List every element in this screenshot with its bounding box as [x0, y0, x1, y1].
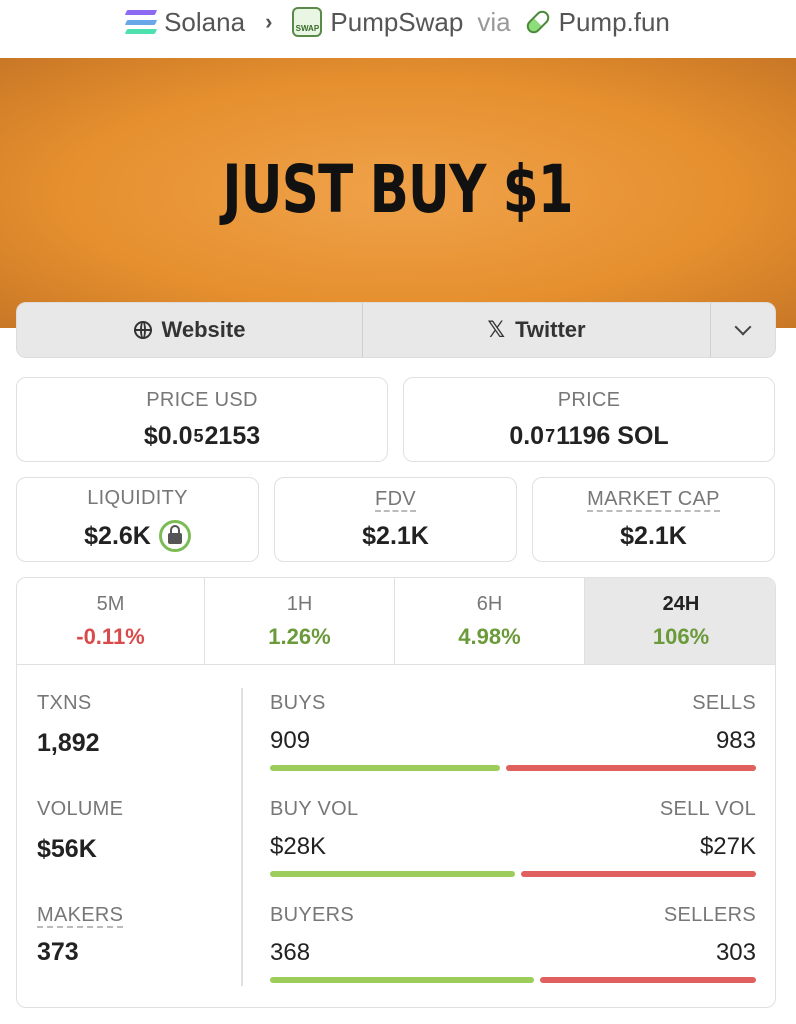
- tab-5m[interactable]: 5M -0.11%: [17, 578, 205, 664]
- fdv-box: FDV $2.1K: [274, 477, 517, 562]
- sell-vol-ratio-bar: [520, 871, 756, 877]
- social-links-bar: Website 𝕏 Twitter: [16, 302, 776, 358]
- market-cap-label[interactable]: MARKET CAP: [587, 488, 720, 512]
- market-cap-value: $2.1K: [620, 522, 687, 550]
- txns-value: 1,892: [37, 729, 100, 757]
- sellers-label: SELLERS: [663, 904, 756, 926]
- pumpswap-icon: SWAP: [292, 7, 323, 37]
- breadcrumb-dex[interactable]: SWAP PumpSwap: [292, 7, 463, 38]
- buyers-label: BUYERS: [270, 904, 355, 926]
- pill-icon: [523, 7, 552, 37]
- tab-6h[interactable]: 6H 4.98%: [395, 578, 585, 664]
- price-native-value: 0.0 7 1196 SOL: [509, 422, 668, 451]
- txns-ratio: BUYS SELLS 909 983: [270, 692, 756, 771]
- tab-label: 24H: [662, 592, 700, 615]
- lock-icon[interactable]: [158, 520, 191, 552]
- buy-ratio-bar: [270, 765, 501, 771]
- sellers-value: 303: [715, 939, 756, 966]
- x-logo-icon: 𝕏: [487, 317, 506, 342]
- breadcrumb-via: via: [477, 6, 511, 37]
- sellers-ratio-bar: [540, 977, 756, 983]
- price-usd-box: PRICE USD $0.0 5 2153: [16, 377, 388, 462]
- tab-change: 1.26%: [268, 623, 331, 649]
- twitter-button[interactable]: 𝕏 Twitter: [363, 303, 711, 357]
- buys-label: BUYS: [270, 692, 326, 714]
- sells-value: 983: [715, 727, 756, 754]
- buy-vol-label: BUY VOL: [270, 798, 359, 820]
- website-button[interactable]: Website: [17, 303, 363, 357]
- sell-vol-value: $27K: [699, 833, 756, 860]
- breadcrumb-chain[interactable]: Solana: [124, 6, 246, 38]
- fdv-value: $2.1K: [362, 522, 429, 550]
- tab-change: 106%: [652, 623, 710, 649]
- chevron-down-icon: [734, 318, 752, 336]
- banner-text: JUST BUY $1: [222, 150, 574, 228]
- stats-divider: [241, 688, 243, 986]
- sell-ratio-bar: [506, 765, 756, 771]
- buyers-value: 368: [270, 939, 311, 966]
- price-usd-value: $0.0 5 2153: [144, 422, 260, 451]
- makers-label[interactable]: MAKERS: [37, 904, 124, 928]
- breadcrumb: Solana › SWAP PumpSwap via Pump.fun: [0, 0, 796, 44]
- twitter-label: Twitter: [515, 317, 586, 342]
- buy-vol-ratio-bar: [270, 871, 515, 877]
- breadcrumb-launchpad[interactable]: Pump.fun: [523, 6, 670, 38]
- liquidity-label: LIQUIDITY: [87, 487, 188, 509]
- breadcrumb-launchpad-label: Pump.fun: [558, 6, 670, 37]
- tab-label: 1H: [286, 592, 313, 615]
- price-usd-subscript: 5: [193, 425, 204, 446]
- price-usd-label: PRICE USD: [146, 388, 258, 411]
- tab-change: -0.11%: [76, 623, 145, 649]
- more-links-button[interactable]: [711, 303, 775, 357]
- sell-vol-label: SELL VOL: [659, 798, 756, 820]
- price-native-prefix: 0.0: [509, 421, 545, 450]
- price-native-box: PRICE 0.0 7 1196 SOL: [403, 377, 775, 462]
- makers-stat: MAKERS 373: [37, 904, 124, 967]
- token-banner: JUST BUY $1: [0, 58, 796, 328]
- tab-24h[interactable]: 24H 106%: [585, 578, 775, 664]
- breadcrumb-dex-label: PumpSwap: [330, 6, 464, 37]
- volume-label: VOLUME: [37, 798, 124, 820]
- market-cap-box: MARKET CAP $2.1K: [532, 477, 775, 562]
- buyers-ratio-bar: [270, 977, 534, 983]
- period-tabs: 5M -0.11% 1H 1.26% 6H 4.98% 24H 106%: [17, 578, 775, 665]
- makers-value: 373: [37, 938, 79, 966]
- tab-label: 5M: [96, 592, 125, 615]
- txns-stat: TXNS 1,892: [37, 692, 100, 758]
- tab-1h[interactable]: 1H 1.26%: [205, 578, 395, 664]
- tab-change: 4.98%: [458, 623, 521, 649]
- liquidity-value-row: $2.6K: [84, 520, 191, 552]
- trading-stats-panel: 5M -0.11% 1H 1.26% 6H 4.98% 24H 106% TXN…: [16, 577, 776, 1008]
- volume-stat: VOLUME $56K: [37, 798, 123, 864]
- price-native-subscript: 7: [545, 425, 556, 446]
- liquidity-value: $2.6K: [84, 521, 151, 550]
- makers-ratio: BUYERS SELLERS 368 303: [270, 904, 756, 983]
- sells-label: SELLS: [692, 692, 756, 714]
- price-native-label: PRICE: [557, 388, 621, 411]
- breadcrumb-chain-label: Solana: [164, 6, 246, 37]
- fdv-label[interactable]: FDV: [375, 488, 416, 512]
- price-native-suffix: 1196 SOL: [556, 421, 669, 450]
- buys-value: 909: [270, 727, 311, 754]
- globe-icon: [133, 321, 152, 339]
- chevron-right-icon: ›: [265, 9, 273, 34]
- buy-vol-value: $28K: [270, 833, 327, 860]
- price-usd-suffix: 2153: [204, 421, 261, 450]
- solana-icon: [124, 10, 158, 34]
- volume-value: $56K: [37, 835, 97, 863]
- website-label: Website: [161, 317, 246, 342]
- txns-label: TXNS: [37, 692, 92, 714]
- volume-ratio: BUY VOL SELL VOL $28K $27K: [270, 798, 756, 877]
- liquidity-box: LIQUIDITY $2.6K: [16, 477, 259, 562]
- price-usd-prefix: $0.0: [143, 421, 193, 450]
- tab-label: 6H: [476, 592, 503, 615]
